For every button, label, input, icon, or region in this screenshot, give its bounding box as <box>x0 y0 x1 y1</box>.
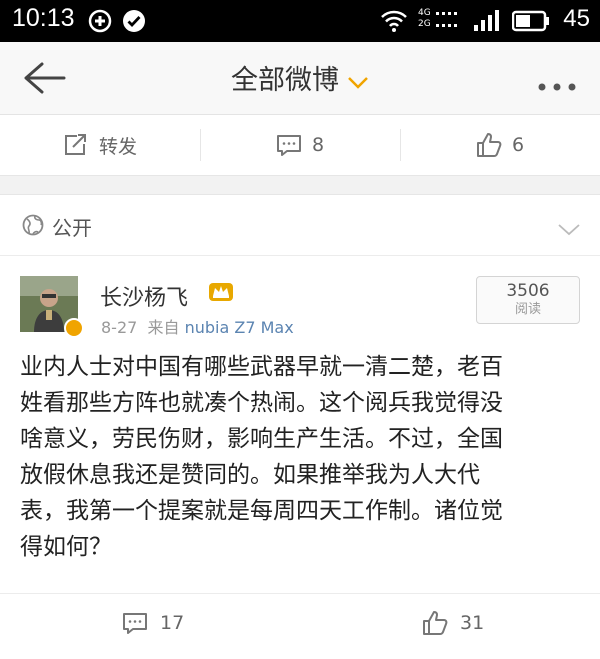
more-icon[interactable] <box>538 76 576 95</box>
app-notification-icon <box>88 9 112 37</box>
network-type-label: 4G 2G <box>418 8 431 30</box>
comment-count: 8 <box>311 134 325 156</box>
post-card: 公开 长沙杨飞 8-27 来自 nubia Z7 Max 3506 阅读 业内人… <box>0 194 600 659</box>
check-notification-icon <box>122 9 146 37</box>
data-signal-dots-icon <box>434 10 464 36</box>
crown-icon <box>208 280 234 306</box>
visibility-row: 公开 <box>0 195 600 256</box>
page-title: 全部微博 <box>231 65 339 96</box>
feed-filter-dropdown[interactable]: 全部微博 <box>0 58 600 97</box>
network-label-4g: 4G <box>418 8 431 18</box>
status-time: 10:13 <box>12 4 75 32</box>
source-prefix: 来自 <box>147 318 180 337</box>
verified-badge-icon <box>64 318 84 338</box>
post-action-bar: 17 31 <box>0 593 600 652</box>
post-date: 8-27 <box>101 318 138 337</box>
globe-icon <box>22 214 44 240</box>
like-button[interactable]: 31 <box>422 594 484 652</box>
comment-icon <box>276 135 301 156</box>
like-icon <box>476 133 502 157</box>
network-label-2g: 2G <box>418 19 431 29</box>
repost-button[interactable]: 转发 <box>0 115 200 175</box>
read-label: 阅读 <box>514 302 541 317</box>
like-count: 6 <box>511 134 525 156</box>
post-source[interactable]: nubia Z7 Max <box>185 318 294 337</box>
like-icon <box>423 611 448 635</box>
comment-icon <box>123 613 147 634</box>
comment-count: 17 <box>160 612 185 634</box>
repost-icon <box>64 134 86 155</box>
visibility-label: 公开 <box>52 216 92 240</box>
battery-icon <box>511 10 550 36</box>
wifi-icon <box>380 9 408 37</box>
comment-button[interactable]: 8 <box>200 115 400 175</box>
post-meta: 8-27 来自 nubia Z7 Max <box>101 314 294 338</box>
chevron-down-icon <box>347 66 369 97</box>
status-bar: 10:13 4G 2G 45 <box>0 0 600 42</box>
post-body: 业内人士对中国有哪些武器早就一清二楚，老百 姓看那些方阵也就凑个热闹。这个阅兵我… <box>20 354 503 560</box>
repost-label: 转发 <box>98 135 137 158</box>
signal-icon <box>472 9 502 37</box>
chevron-down-icon[interactable] <box>558 221 580 240</box>
previous-post-action-bar: 转发 8 6 <box>0 115 600 176</box>
author-name[interactable]: 长沙杨飞 <box>100 280 188 312</box>
comment-button[interactable]: 17 <box>122 594 184 652</box>
read-count-badge: 3506 阅读 <box>476 276 580 324</box>
read-count: 3506 <box>506 281 550 301</box>
battery-percent: 45 <box>563 5 590 32</box>
like-count: 31 <box>460 612 485 634</box>
like-button[interactable]: 6 <box>400 115 600 175</box>
navigation-bar: 全部微博 <box>0 42 600 115</box>
